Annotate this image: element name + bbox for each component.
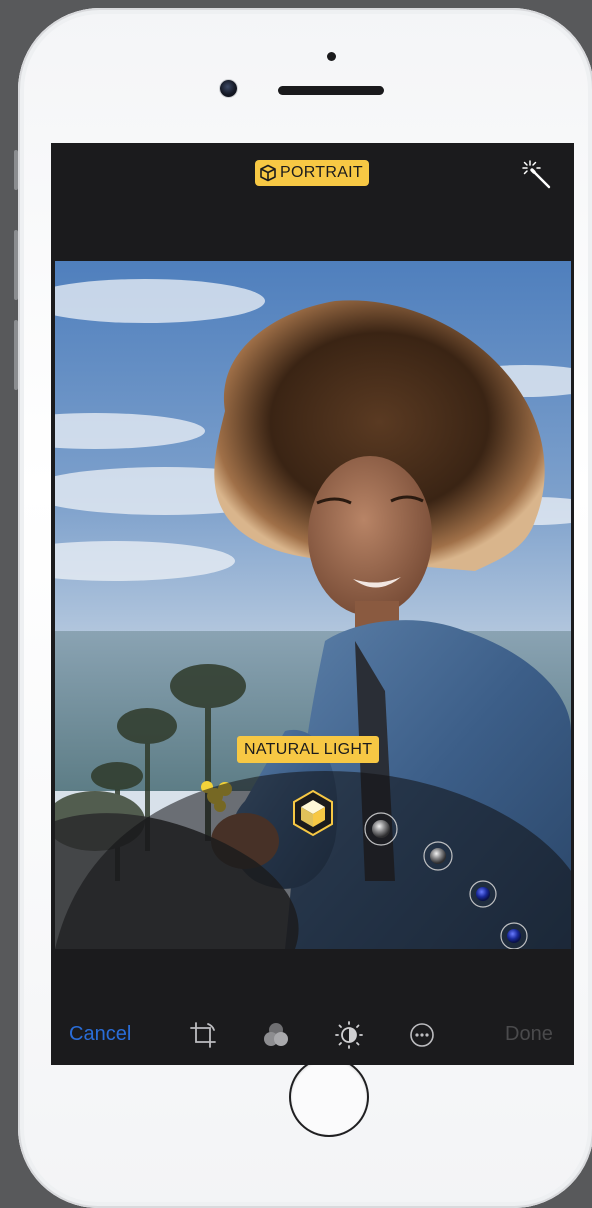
lighting-effect-label: NATURAL LIGHT (237, 736, 380, 763)
adjust-icon[interactable] (334, 1020, 364, 1050)
cancel-button[interactable]: Cancel (69, 1023, 131, 1046)
front-camera (220, 80, 237, 97)
cube-icon (260, 164, 276, 182)
bottom-toolbar (51, 949, 574, 1065)
crop-icon[interactable] (188, 1020, 218, 1050)
proximity-sensor (327, 52, 336, 61)
top-bar: PORTRAIT (51, 143, 574, 261)
portrait-badge-label: PORTRAIT (280, 164, 364, 181)
filters-icon[interactable] (261, 1020, 291, 1050)
portrait-mode-badge[interactable]: PORTRAIT (255, 160, 370, 186)
magic-wand-icon[interactable] (521, 159, 553, 191)
earpiece-speaker (278, 86, 384, 95)
done-button[interactable]: Done (505, 1023, 553, 1046)
photo-image (55, 261, 571, 949)
more-icon[interactable] (407, 1020, 437, 1050)
portrait-photo[interactable] (55, 261, 571, 949)
screen: PORTRAIT NATURAL LIGHT Cancel Done (51, 143, 574, 1065)
home-button[interactable] (291, 1059, 367, 1135)
